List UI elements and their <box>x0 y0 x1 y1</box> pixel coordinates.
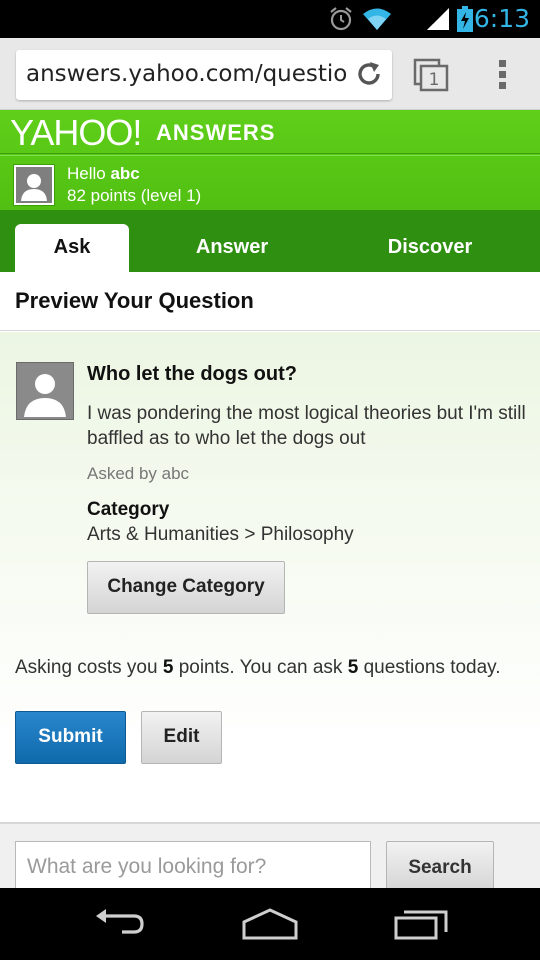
system-nav-bar <box>0 888 540 960</box>
preview-header: Preview Your Question <box>0 272 540 331</box>
recent-apps-icon[interactable] <box>392 906 452 947</box>
user-points: 82 points (level 1) <box>67 186 202 205</box>
answers-logo[interactable]: ANSWERS <box>156 120 275 146</box>
question-preview: Who let the dogs out? I was pondering th… <box>0 332 540 822</box>
status-time: 6:13 <box>473 4 530 33</box>
username[interactable]: abc <box>110 164 139 183</box>
question-body: I was pondering the most logical theorie… <box>87 403 526 449</box>
search-input[interactable] <box>15 841 371 888</box>
question-avatar <box>16 362 74 420</box>
reload-icon[interactable] <box>354 59 384 94</box>
status-bar: 6:13 <box>0 0 540 38</box>
question-title: Who let the dogs out? <box>87 363 297 385</box>
url-text[interactable]: answers.yahoo.com/question/ask <box>26 61 348 87</box>
asked-by: Asked by abc <box>87 464 190 483</box>
greeting: Hello abc <box>67 164 140 183</box>
logo-row: YAHOO! ANSWERS <box>0 110 540 154</box>
cost-notice: Asking costs you 5 points. You can ask 5… <box>15 657 501 678</box>
url-bar[interactable]: answers.yahoo.com/question/ask <box>16 50 392 100</box>
avatar[interactable] <box>14 165 54 205</box>
edit-button[interactable]: Edit <box>141 711 222 764</box>
submit-button[interactable]: Submit <box>15 711 126 764</box>
cost-points: 5 <box>162 657 174 678</box>
signal-icon <box>425 6 451 37</box>
search-bar: Search <box>0 822 540 888</box>
tab-count: 1 <box>429 70 440 90</box>
category-value: Arts & Humanities > Philosophy <box>87 524 354 545</box>
browser-toolbar: answers.yahoo.com/question/ask 1 <box>0 38 540 110</box>
main-tabs: Ask Answer Discover <box>0 210 540 272</box>
change-category-button[interactable]: Change Category <box>87 561 285 614</box>
user-info: Hello abc 82 points (level 1) <box>0 155 540 210</box>
questions-left: 5 <box>347 657 359 678</box>
search-button[interactable]: Search <box>386 841 494 888</box>
alarm-icon <box>328 6 354 37</box>
tab-ask[interactable]: Ask <box>15 224 129 272</box>
tab-discover[interactable]: Discover <box>370 224 490 272</box>
tabs-icon[interactable]: 1 <box>413 58 449 97</box>
page-title: Preview Your Question <box>15 288 254 313</box>
category-label: Category <box>87 499 170 520</box>
tab-answer[interactable]: Answer <box>172 224 292 272</box>
wifi-icon <box>362 6 392 37</box>
site-header: YAHOO! ANSWERS Hello abc 82 points (leve… <box>0 110 540 272</box>
battery-charging-icon <box>457 6 473 37</box>
back-icon[interactable] <box>92 906 148 947</box>
yahoo-logo[interactable]: YAHOO! <box>10 112 142 154</box>
overflow-menu-icon[interactable] <box>496 58 510 97</box>
home-icon[interactable] <box>240 906 300 947</box>
